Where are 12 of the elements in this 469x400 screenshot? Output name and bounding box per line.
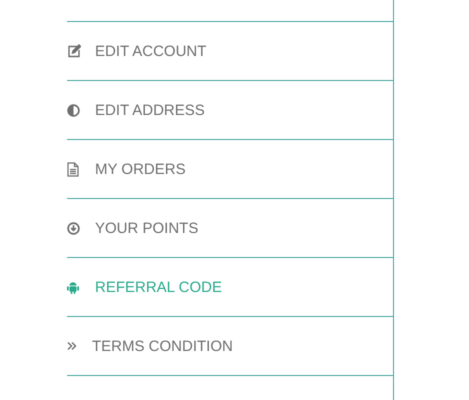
menu-item[interactable]: YOUR POINTS xyxy=(95,220,198,236)
menu-item[interactable]: MY ORDERS xyxy=(95,160,186,178)
menu-item[interactable]: EDIT ACCOUNT xyxy=(95,42,206,60)
menu-item[interactable]: REFERRAL CODE xyxy=(95,278,222,296)
robot-icon xyxy=(67,280,79,294)
document-icon xyxy=(67,162,79,176)
contrast-icon xyxy=(67,104,80,116)
double-chevron-icon xyxy=(67,341,77,351)
download-circle-icon xyxy=(67,222,80,234)
menu-item[interactable]: TERMS CONDITION xyxy=(92,338,233,354)
edit-icon xyxy=(67,44,81,58)
menu-item[interactable]: EDIT ADDRESS xyxy=(95,102,205,118)
